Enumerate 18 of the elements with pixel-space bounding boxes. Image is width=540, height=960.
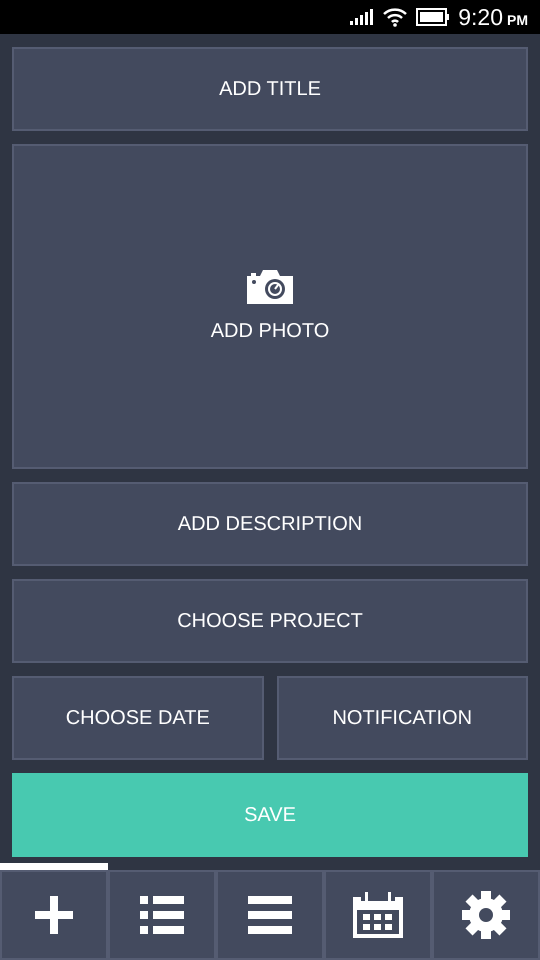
bulleted-list-icon xyxy=(140,896,184,934)
add-title-button[interactable]: ADD TITLE xyxy=(12,47,528,131)
choose-date-button[interactable]: CHOOSE DATE xyxy=(12,676,264,760)
battery-icon xyxy=(416,8,450,26)
calendar-icon xyxy=(353,892,403,938)
add-photo-button[interactable]: ADD PHOTO xyxy=(12,144,528,469)
wifi-icon xyxy=(382,7,408,27)
signal-icon xyxy=(350,9,374,25)
camera-icon xyxy=(247,268,293,304)
settings-icon xyxy=(462,891,510,939)
plus-icon xyxy=(35,896,73,934)
notification-button[interactable]: NOTIFICATION xyxy=(276,676,528,760)
clock-period: PM xyxy=(507,10,528,30)
choose-project-button[interactable]: CHOOSE PROJECT xyxy=(12,579,528,663)
add-description-button[interactable]: ADD DESCRIPTION xyxy=(12,482,528,566)
clock-time: 9:20 xyxy=(458,2,503,32)
menu-icon xyxy=(248,896,292,934)
tab-button[interactable] xyxy=(0,863,108,960)
